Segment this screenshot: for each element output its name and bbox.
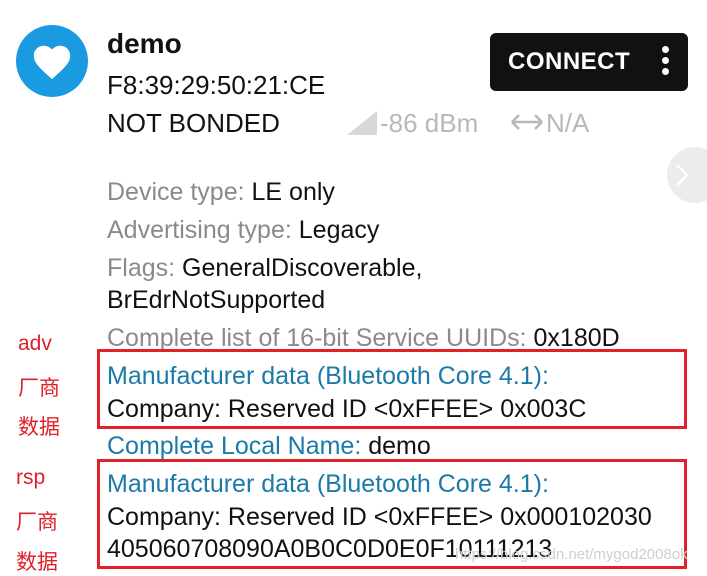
interval-arrows-icon <box>511 114 543 130</box>
annotation-rsp-data: 数据 <box>16 551 58 574</box>
advertising-type-row: Advertising type: Legacy <box>107 216 379 245</box>
flags-row: Flags: GeneralDiscoverable, <box>107 254 422 283</box>
device-address: F8:39:29:50:21:CE <box>107 70 326 100</box>
flags-label: Flags: <box>107 254 183 282</box>
adv-highlight-box <box>97 349 687 429</box>
flags-value-2: BrEdrNotSupported <box>107 286 326 314</box>
heart-icon <box>33 45 71 80</box>
annotation-adv-data: 数据 <box>18 416 60 439</box>
device-avatar <box>16 25 88 97</box>
bond-state: NOT BONDED <box>107 108 280 138</box>
annotation-rsp-vendor: 厂商 <box>16 511 58 534</box>
annotation-adv-vendor: 厂商 <box>18 377 60 400</box>
flags-value-1: GeneralDiscoverable, <box>182 254 423 282</box>
device-type-row: Device type: LE only <box>107 178 335 207</box>
device-type-label: Device type: <box>107 178 252 206</box>
watermark: https://blog.csdn.net/mygod2008ok <box>455 546 688 563</box>
interval-value: N/A <box>546 108 590 138</box>
local-name-value: demo <box>368 432 431 460</box>
advertising-type-label: Advertising type: <box>107 216 299 244</box>
device-type-value: LE only <box>251 178 335 206</box>
connect-button[interactable]: CONNECT <box>490 33 688 91</box>
local-name-row: Complete Local Name: demo <box>107 432 431 461</box>
annotation-rsp: rsp <box>16 466 46 489</box>
device-name: demo <box>107 28 182 59</box>
annotation-adv: adv <box>18 332 52 355</box>
more-vert-icon[interactable] <box>662 46 670 78</box>
rssi-value: -86 dBm <box>380 108 479 138</box>
local-name-label: Complete Local Name: <box>107 432 369 460</box>
service-uuids-value: 0x180D <box>533 324 620 352</box>
connect-label: CONNECT <box>508 48 631 75</box>
advertising-type-value: Legacy <box>298 216 380 244</box>
chevron-right-icon <box>676 164 689 186</box>
signal-strength-icon <box>347 111 377 135</box>
side-expand-button[interactable] <box>667 147 707 203</box>
service-uuids-label: Complete list of 16-bit Service UUIDs: <box>107 324 534 352</box>
